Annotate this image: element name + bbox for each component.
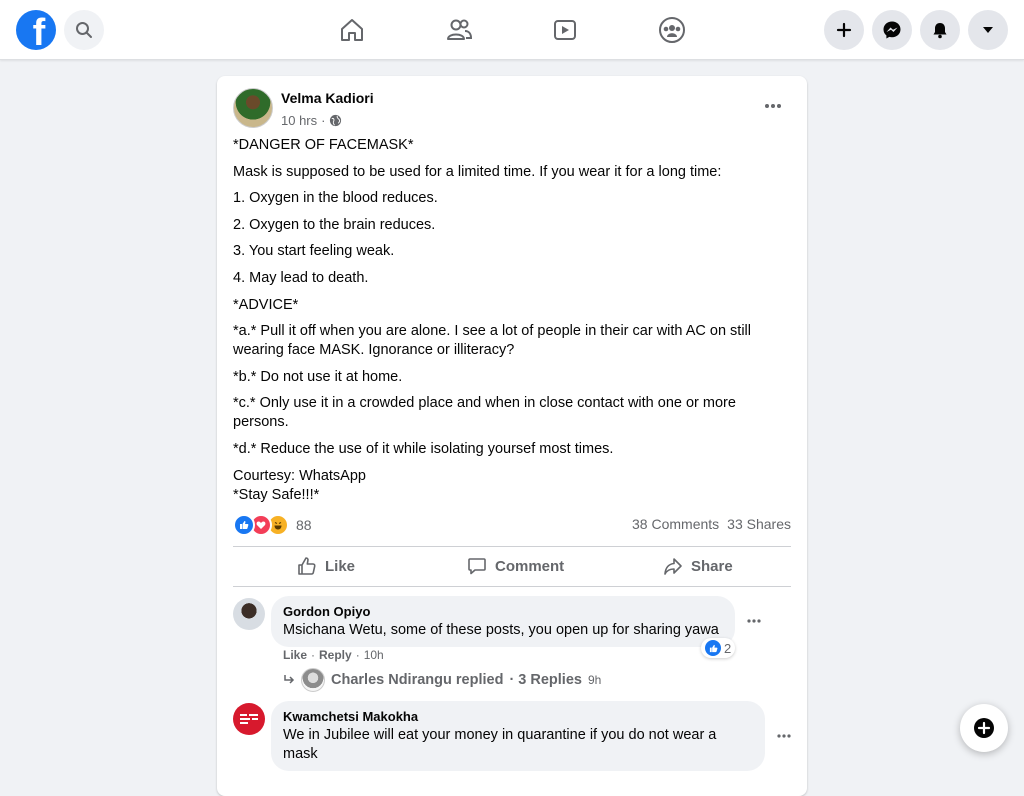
comment-bubble: Gordon Opiyo Msichana Wetu, some of thes… xyxy=(271,596,735,647)
brand-logo-icon xyxy=(240,714,258,724)
new-message-button[interactable] xyxy=(960,704,1008,752)
view-replies-link[interactable]: Charles Ndirangu replied · 3 Replies 9h xyxy=(283,668,601,692)
meta-separator: · xyxy=(321,113,326,128)
home-tab[interactable] xyxy=(335,14,369,46)
compose-plus-icon xyxy=(974,718,994,738)
comment-options-button[interactable] xyxy=(736,603,772,639)
comments-count-link[interactable]: 38 Comments xyxy=(632,516,719,532)
globe-icon xyxy=(330,114,342,127)
search-button[interactable] xyxy=(64,10,104,50)
comment-time[interactable]: 10h xyxy=(364,648,384,662)
post-paragraph: Courtesy: WhatsApp *Stay Safe!!!* xyxy=(233,467,366,503)
commenter-avatar[interactable] xyxy=(233,598,265,630)
comment-text: Msichana Wetu, some of these posts, you … xyxy=(283,622,719,638)
post-paragraph: *b.* Do not use it at home. xyxy=(233,368,403,385)
divider xyxy=(233,586,791,587)
commenter-avatar[interactable] xyxy=(233,703,265,735)
search-icon xyxy=(76,22,92,38)
home-icon xyxy=(341,19,363,41)
commenter-name[interactable]: Kwamchetsi Makokha xyxy=(283,709,753,724)
groups-tab[interactable] xyxy=(655,14,689,46)
more-dots-icon xyxy=(765,104,781,108)
post-paragraph: *DANGER OF FACEMASK* xyxy=(233,137,414,153)
notifications-button[interactable] xyxy=(920,10,960,50)
post-stats: 38 Comments 33 Shares xyxy=(632,516,791,532)
friends-tab[interactable] xyxy=(442,14,476,46)
post-paragraph: Mask is supposed to be used for a limite… xyxy=(233,163,722,180)
comment-like-badge[interactable]: 2 xyxy=(701,638,736,658)
post-author-name[interactable]: Velma Kadiori xyxy=(281,90,374,106)
like-reaction-icon xyxy=(233,514,255,536)
account-menu-button[interactable] xyxy=(968,10,1008,50)
post-paragraph: *d.* Reduce the use of it while isolatin… xyxy=(233,440,614,457)
reaction-count: 88 xyxy=(296,517,312,533)
post-paragraph: *c.* Only use it in a crowded place and … xyxy=(233,395,736,431)
create-button[interactable] xyxy=(824,10,864,50)
plus-icon xyxy=(836,22,852,38)
comment-icon xyxy=(468,558,486,575)
replier-avatar xyxy=(301,668,325,692)
thumbs-up-icon xyxy=(298,557,316,575)
top-navigation-bar: f xyxy=(0,0,1024,60)
like-reaction-icon xyxy=(705,640,721,656)
post-paragraph: 1. Oxygen in the blood reduces. xyxy=(233,190,438,207)
replies-count: · 3 Replies xyxy=(509,672,582,688)
comment-button-label: Comment xyxy=(495,557,565,575)
replier-name: Charles Ndirangu replied xyxy=(331,672,504,688)
post-body: *DANGER OF FACEMASK* Mask is supposed to… xyxy=(233,136,773,512)
messenger-button[interactable] xyxy=(872,10,912,50)
video-play-icon xyxy=(554,20,576,40)
share-button[interactable]: Share xyxy=(663,548,733,584)
post-paragraph: 3. You start feeling weak. xyxy=(233,243,395,260)
post-paragraph: *ADVICE* xyxy=(233,296,299,313)
more-dots-icon xyxy=(747,619,761,623)
post-paragraph: *a.* Pull it off when you are alone. I s… xyxy=(233,323,751,359)
comment-like-count: 2 xyxy=(724,640,732,656)
comment-like-link[interactable]: Like xyxy=(283,648,307,662)
divider xyxy=(233,546,791,547)
bell-icon xyxy=(933,23,947,39)
friends-icon xyxy=(447,19,473,40)
more-dots-icon xyxy=(777,734,791,738)
messenger-icon xyxy=(883,21,901,39)
post-options-button[interactable] xyxy=(755,88,791,124)
post-card: Velma Kadiori 10 hrs · *DANGER OF FACEMA… xyxy=(217,76,807,796)
logo-letter: f xyxy=(32,12,46,50)
share-button-label: Share xyxy=(691,557,733,575)
comment-actions: Like · Reply · 10h xyxy=(283,648,384,662)
replies-time: 9h xyxy=(587,673,602,687)
author-avatar[interactable] xyxy=(233,88,273,128)
watch-tab[interactable] xyxy=(548,14,582,46)
post-meta: 10 hrs · xyxy=(281,113,342,128)
comment-options-button[interactable] xyxy=(766,718,802,754)
share-arrow-icon xyxy=(664,558,682,575)
post-time[interactable]: 10 hrs xyxy=(281,113,317,128)
like-button-label: Like xyxy=(325,557,356,575)
post-paragraph: 2. Oxygen to the brain reduces. xyxy=(233,216,436,233)
comment-button[interactable]: Comment xyxy=(467,548,564,584)
groups-icon xyxy=(659,17,685,43)
reaction-summary[interactable]: 88 xyxy=(233,514,312,536)
like-button[interactable]: Like xyxy=(297,548,355,584)
facebook-logo[interactable]: f xyxy=(16,10,56,50)
comment-reply-link[interactable]: Reply xyxy=(319,648,352,662)
post-paragraph: 4. May lead to death. xyxy=(233,269,369,286)
reply-arrow-icon xyxy=(284,675,295,684)
shares-count-link[interactable]: 33 Shares xyxy=(727,516,791,532)
comment-bubble: Kwamchetsi Makokha We in Jubilee will ea… xyxy=(271,701,765,771)
caret-down-icon xyxy=(983,27,993,33)
commenter-name[interactable]: Gordon Opiyo xyxy=(283,604,723,619)
comment-text: We in Jubilee will eat your money in qua… xyxy=(283,727,717,762)
